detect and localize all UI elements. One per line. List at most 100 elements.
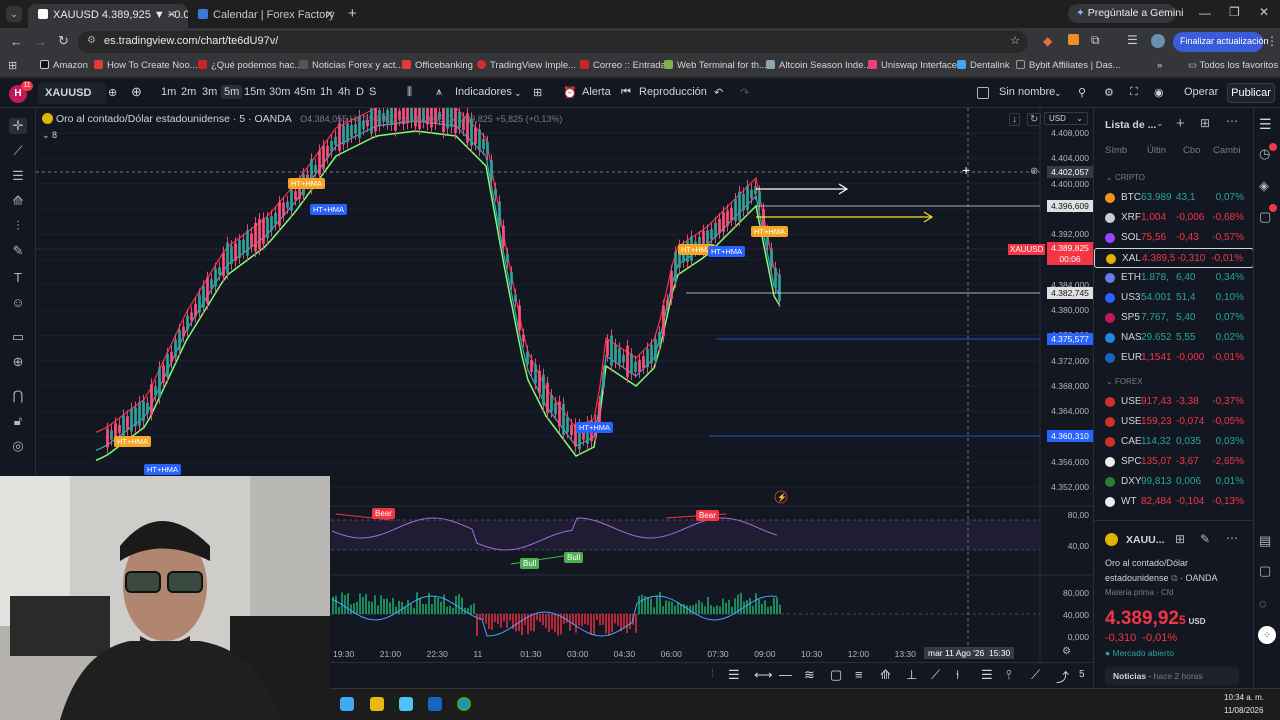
extension-icon[interactable]: ◆ xyxy=(1043,34,1052,48)
brush-tool-icon[interactable]: ✎ xyxy=(9,243,27,259)
scroll-down-icon[interactable]: ↓ xyxy=(1009,113,1020,126)
more-bookmarks-icon[interactable]: » xyxy=(1157,60,1162,71)
trade-button[interactable]: Operar xyxy=(1184,86,1218,98)
chevron-down-icon[interactable]: ⌄ xyxy=(1156,118,1164,129)
news-item[interactable]: Noticias · hace 2 horas xyxy=(1105,667,1239,685)
tool-icon[interactable]: ≋ xyxy=(804,667,815,683)
bookmark-item[interactable]: Officebanking xyxy=(402,60,473,71)
watchlist-row[interactable]: USE 159,23 -0,074 -0,05% xyxy=(1094,412,1254,432)
app-icon[interactable] xyxy=(370,697,384,711)
fib-tool-icon[interactable]: ☰ xyxy=(9,168,27,184)
close-window-icon[interactable]: ✕ xyxy=(1259,5,1269,19)
chart-type-candles-icon[interactable]: ⫼ xyxy=(407,86,412,99)
chat-icon[interactable]: ▢ xyxy=(1259,209,1271,225)
bookmark-item[interactable]: How To Create Noo... xyxy=(94,60,198,71)
bookmark-item[interactable]: Uniswap Interface xyxy=(868,60,957,71)
chevron-down-icon[interactable]: ⌄ xyxy=(514,88,522,99)
watchlist-layout-icon[interactable]: ⊞ xyxy=(1200,116,1210,130)
interval-30m[interactable]: 30m xyxy=(269,86,290,98)
site-info-icon[interactable]: ⚙ xyxy=(87,35,96,46)
detail-symbol[interactable]: XAUU... xyxy=(1126,534,1165,546)
undo-icon[interactable]: ↶ xyxy=(714,86,723,99)
app-icon[interactable] xyxy=(428,697,442,711)
section-header-crypto[interactable]: ⌄ CRIPTO xyxy=(1106,173,1145,182)
new-tab-button[interactable]: + xyxy=(348,5,357,22)
interval-1h[interactable]: 1h xyxy=(320,86,332,98)
tool-icon[interactable]: ☰ xyxy=(728,667,740,683)
ideas-icon[interactable]: ◌ xyxy=(1259,596,1267,611)
bookmark-item[interactable]: ¿Qué podemos hac... xyxy=(198,60,302,71)
bookmark-item[interactable]: Web Terminal for th... xyxy=(664,60,767,71)
indicators-button[interactable]: Indicadores xyxy=(455,86,512,98)
reset-scale-icon[interactable]: ↻ xyxy=(1027,113,1042,126)
replay-button[interactable]: Reproducción xyxy=(639,86,707,98)
drag-handle-icon[interactable]: ⁞ xyxy=(711,668,714,680)
watchlist-row[interactable]: WT 82,484 -0,104 -0,13% xyxy=(1094,492,1254,512)
watchlist-row[interactable]: SP5 7.767, 5,40 0,07% xyxy=(1094,308,1254,328)
interval-4h[interactable]: 4h xyxy=(338,86,350,98)
interval-1m[interactable]: 1m xyxy=(161,86,176,98)
gemini-button[interactable]: ✦ Pregúntale a Gemini xyxy=(1068,4,1183,23)
chevron-down-icon[interactable]: ⌄ xyxy=(1054,88,1062,99)
column-header[interactable]: Cbo xyxy=(1183,145,1200,156)
watchlist-row[interactable]: XRF 1,004 -0,006 -0,68% xyxy=(1094,208,1254,228)
bookmark-item[interactable]: Noticias Forex y act... xyxy=(299,60,403,71)
tool-icon[interactable]: ⫮ xyxy=(956,667,959,683)
text-tool-icon[interactable]: T xyxy=(9,270,27,286)
interval-5m[interactable]: 5m xyxy=(221,85,243,99)
interval-d[interactable]: D xyxy=(356,86,364,98)
more-options-icon[interactable]: ⋯ xyxy=(1226,114,1238,128)
app-icon[interactable] xyxy=(340,697,354,711)
currency-selector[interactable]: USD ⌄ xyxy=(1044,112,1088,125)
omnibox[interactable]: ⚙ es.tradingview.com/chart/te6dU97v/ ☆ xyxy=(78,31,1028,53)
bookmark-item[interactable]: Bybit Affiliates | Das... xyxy=(1016,60,1121,71)
interval-15m[interactable]: 15m xyxy=(244,86,265,98)
watchlist-row[interactable]: DXY 99,813 0,006 0,01% xyxy=(1094,472,1254,492)
symbol-search[interactable]: XAUUSD xyxy=(38,83,106,104)
tool-icon[interactable]: ⟋ xyxy=(931,667,940,683)
update-button[interactable]: Finalizar actualización xyxy=(1173,32,1269,52)
tool-icon[interactable]: ≡ xyxy=(855,667,863,682)
watchlist-row[interactable]: XAL 4.389,5 -0,310 -0,01% xyxy=(1094,248,1254,268)
pattern-tool-icon[interactable]: ⟰ xyxy=(9,193,27,209)
symbol-compare-icon[interactable]: ⊕ xyxy=(108,86,117,99)
column-header[interactable]: Últin xyxy=(1147,145,1166,156)
fullscreen-icon[interactable]: ⛶ xyxy=(1130,86,1138,99)
layouts-grid-icon[interactable]: ⊞ xyxy=(533,86,542,99)
bookmark-star-icon[interactable]: ☆ xyxy=(1010,34,1020,47)
tab-forex-factory[interactable]: Calendar | Forex Factory xyxy=(188,4,338,28)
watchlist-row[interactable]: SPC 135,07 -3,67 -2,65% xyxy=(1094,452,1254,472)
watchlist-row[interactable]: US3 54.001 51,4 0,10% xyxy=(1094,288,1254,308)
replay-icon[interactable]: ⏮ xyxy=(621,86,631,99)
tool-icon[interactable]: ⫯ xyxy=(1006,667,1012,683)
watchlist-panel-icon[interactable]: ☰ xyxy=(1259,116,1272,133)
zoom-tool-icon[interactable]: ⊕ xyxy=(9,354,27,370)
tab-search-icon[interactable]: ⌄ xyxy=(6,6,22,22)
forward-icon[interactable]: → xyxy=(34,34,47,49)
detail-grid-icon[interactable]: ⊞ xyxy=(1175,532,1185,546)
interval-3m[interactable]: 3m xyxy=(202,86,217,98)
alert-clock-icon[interactable]: ⏰ xyxy=(563,86,577,99)
interval-s[interactable]: S xyxy=(369,86,376,98)
magnet-tool-icon[interactable]: ⋂ xyxy=(9,388,27,404)
crosshair-tool-icon[interactable]: ✛ xyxy=(9,118,27,134)
ruler-tool-icon[interactable]: ▭ xyxy=(9,329,27,345)
tool-icon[interactable]: ▢ xyxy=(830,667,842,683)
layout-name[interactable]: Sin nombre xyxy=(999,86,1055,98)
bookmark-item[interactable]: Amazon xyxy=(40,60,88,71)
watchlist-row[interactable]: EUR 1,1541 -0,000 -0,01% xyxy=(1094,348,1254,368)
snapshot-camera-icon[interactable]: ◉ xyxy=(1154,86,1164,99)
extensions-puzzle-icon[interactable]: ⧉ xyxy=(1091,33,1100,48)
settings-gear-icon[interactable]: ⚙ xyxy=(1104,86,1114,99)
calendar-icon[interactable]: ▤ xyxy=(1259,533,1271,549)
alert-button[interactable]: Alerta xyxy=(582,86,611,98)
back-icon[interactable]: ← xyxy=(10,34,23,49)
restore-window-icon[interactable]: ❐ xyxy=(1229,5,1240,19)
close-tab-icon[interactable]: ✕ xyxy=(325,8,334,21)
redo-icon[interactable]: ↷ xyxy=(740,86,749,99)
trend-line-tool-icon[interactable]: ⟋ xyxy=(9,143,27,159)
tab-tradingview[interactable]: XAUUSD 4.389,925 ▼ −0.01% S xyxy=(28,4,188,28)
all-favorites[interactable]: ▭ Todos los favoritos xyxy=(1188,60,1278,71)
visibility-tool-icon[interactable]: ◎ xyxy=(9,438,27,454)
section-header-forex[interactable]: ⌄ FOREX xyxy=(1106,377,1143,386)
